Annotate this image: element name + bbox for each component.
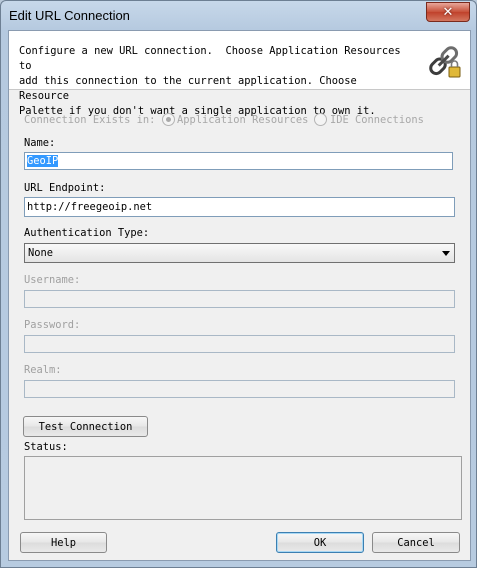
realm-label: Realm: (24, 364, 62, 376)
name-field-value: GeoIP (27, 155, 59, 167)
help-button[interactable]: Help (20, 532, 107, 553)
dropdown-arrow-icon (442, 251, 450, 256)
password-field[interactable] (24, 335, 455, 353)
radio-application-resources[interactable] (162, 113, 175, 126)
test-connection-button[interactable]: Test Connection (23, 416, 148, 437)
name-label: Name: (24, 137, 56, 149)
realm-field[interactable] (24, 380, 455, 398)
title-bar[interactable]: Edit URL Connection ✕ (1, 1, 476, 31)
dialog-body: Configure a new URL connection. Choose A… (8, 30, 471, 561)
dialog-window: Edit URL Connection ✕ Configure a new UR… (0, 0, 477, 568)
cancel-button[interactable]: Cancel (372, 532, 460, 553)
username-label: Username: (24, 274, 81, 286)
name-field[interactable]: GeoIP (24, 152, 453, 170)
radio-ide-connections[interactable] (314, 113, 327, 126)
ide-connections-label: IDE Connections (330, 114, 424, 126)
banner-description: Configure a new URL connection. Choose A… (19, 45, 401, 117)
connection-exists-group: Connection Exists in: Application Resour… (24, 113, 454, 127)
chain-link-icon (429, 46, 461, 78)
application-resources-label: Application Resources (177, 114, 309, 126)
status-area (24, 456, 462, 520)
status-label: Status: (24, 441, 68, 453)
close-icon: ✕ (442, 4, 454, 20)
authentication-type-label: Authentication Type: (24, 227, 150, 239)
ok-button[interactable]: OK (276, 532, 364, 553)
url-endpoint-value: http://freegeoip.net (27, 201, 153, 213)
authentication-type-select[interactable]: None (24, 243, 455, 263)
authentication-type-value: None (28, 247, 54, 259)
connection-exists-label: Connection Exists in: (24, 114, 156, 126)
window-title: Edit URL Connection (9, 8, 130, 23)
url-endpoint-label: URL Endpoint: (24, 182, 106, 194)
password-label: Password: (24, 319, 81, 331)
header-banner: Configure a new URL connection. Choose A… (9, 31, 470, 117)
url-endpoint-field[interactable]: http://freegeoip.net (24, 197, 455, 217)
close-button[interactable]: ✕ (426, 2, 470, 22)
username-field[interactable] (24, 290, 455, 308)
